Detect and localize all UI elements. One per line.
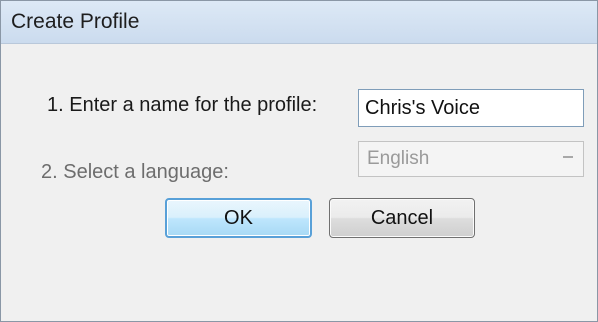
cancel-button[interactable]: Cancel: [329, 198, 475, 238]
dialog-title: Create Profile: [11, 10, 140, 33]
title-bar: Create Profile: [1, 1, 597, 44]
chevron-down-icon: [563, 156, 573, 158]
language-select[interactable]: English: [358, 141, 584, 177]
profile-name-input[interactable]: [358, 89, 584, 127]
language-label: 2. Select a language:: [41, 161, 229, 183]
cancel-button-label: Cancel: [370, 206, 434, 229]
ok-button-label: OK: [224, 206, 253, 229]
create-profile-dialog: Create Profile 1. Enter a name for the p…: [0, 0, 598, 322]
language-selected-value: English: [367, 148, 430, 169]
profile-name-label: 1. Enter a name for the profile:: [47, 94, 318, 116]
ok-button[interactable]: OK: [165, 198, 312, 238]
